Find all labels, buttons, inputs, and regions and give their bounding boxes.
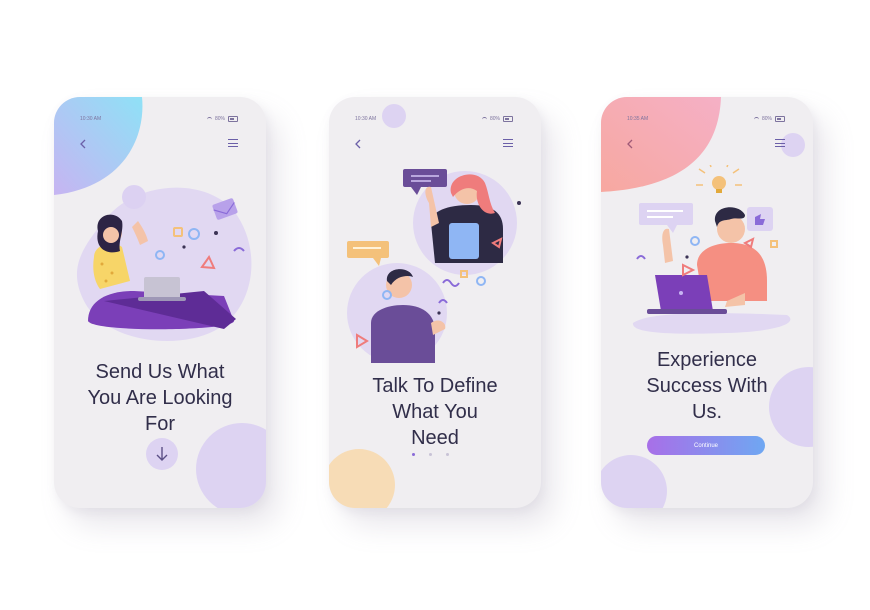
battery-icon	[503, 116, 513, 122]
nav-bar	[78, 137, 238, 151]
headline-line-3: For	[145, 413, 175, 435]
headline-line-1: Talk To Define	[372, 375, 498, 397]
status-bar: 10:35 AM 80%	[627, 115, 785, 123]
screen-1-headline: Send Us What You Are Looking For	[54, 359, 266, 437]
nav-bar	[625, 137, 785, 151]
headline-line-1: Experience	[656, 349, 758, 371]
status-time: 10:35 AM	[627, 116, 649, 122]
back-chevron-icon[interactable]	[78, 137, 90, 151]
status-time: 10:30 AM	[80, 116, 102, 122]
down-arrow-icon	[156, 447, 168, 461]
page-indicator	[412, 453, 449, 456]
headline-line-2: What You	[392, 401, 478, 423]
status-time: 10:30 AM	[355, 116, 377, 122]
headline-line-1: Send Us What	[95, 361, 225, 383]
screen-2-headline: Talk To Define What You Need	[329, 373, 541, 451]
status-bar: 10:30 AM 80%	[80, 115, 238, 123]
onboarding-screen-1: 10:30 AM 80% Send Us What You Are Lookin…	[54, 97, 266, 508]
illustration-person-laptop	[76, 185, 252, 341]
page-dot-2[interactable]	[429, 453, 432, 456]
headline-line-2: Success With	[646, 375, 768, 397]
wifi-icon	[206, 116, 212, 122]
menu-icon[interactable]	[503, 139, 513, 149]
page-dot-1[interactable]	[412, 453, 415, 456]
page-dot-3[interactable]	[446, 453, 449, 456]
headline-line-2: You Are Looking	[87, 387, 233, 409]
battery-level: 80%	[214, 116, 225, 122]
bottom-left-circle-blob	[601, 455, 667, 508]
menu-icon[interactable]	[775, 139, 785, 149]
wifi-icon	[481, 116, 487, 122]
status-bar: 10:30 AM 80%	[355, 115, 513, 123]
menu-icon[interactable]	[228, 139, 238, 149]
headline-line-3: Us.	[692, 401, 722, 423]
battery-icon	[775, 116, 785, 122]
continue-button[interactable]: Continue	[647, 436, 765, 455]
wifi-icon	[753, 116, 759, 122]
bottom-left-peach-blob	[329, 449, 395, 508]
battery-level: 80%	[489, 116, 500, 122]
screen-3-headline: Experience Success With Us.	[601, 347, 813, 425]
next-down-button[interactable]	[146, 438, 178, 470]
battery-level: 80%	[761, 116, 772, 122]
illustration-two-people-chatting	[347, 169, 521, 363]
battery-icon	[228, 116, 238, 122]
back-chevron-icon[interactable]	[353, 137, 365, 151]
onboarding-screen-3: 10:35 AM 80% Experience Success With Us.…	[601, 97, 813, 508]
headline-line-3: Need	[411, 427, 459, 449]
illustration-success-person	[632, 165, 791, 334]
back-chevron-icon[interactable]	[625, 137, 637, 151]
onboarding-screen-2: 10:30 AM 80% Talk To Define What You Nee…	[329, 97, 541, 508]
nav-bar	[353, 137, 513, 151]
